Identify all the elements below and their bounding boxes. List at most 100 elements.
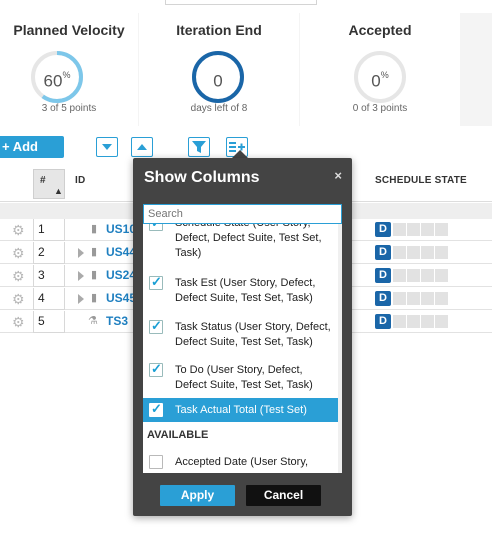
state-segment[interactable]	[421, 269, 434, 282]
test-set-icon: ⚗	[88, 315, 98, 327]
column-checkbox[interactable]: ✓	[149, 401, 163, 417]
checkmark-icon: ✓	[151, 361, 162, 376]
state-segment[interactable]	[407, 246, 420, 259]
metric-iteration-end: Iteration End 0 days left of 8	[139, 13, 299, 126]
user-story-icon: ▮	[91, 223, 98, 235]
state-segment[interactable]	[407, 223, 420, 236]
state-segment[interactable]	[407, 315, 420, 328]
item-id-link[interactable]: US45	[106, 291, 136, 305]
column-option[interactable]: ✓ Task Status (User Story, Defect, Defec…	[143, 318, 342, 364]
gear-icon[interactable]: ⚙	[12, 223, 26, 237]
state-segment[interactable]	[435, 246, 448, 259]
state-segment[interactable]	[435, 223, 448, 236]
state-segment[interactable]	[393, 292, 406, 305]
item-id-link[interactable]: US10	[106, 222, 136, 236]
metric-accepted: Accepted 0% 0 of 3 points	[300, 13, 460, 126]
state-segment[interactable]	[421, 223, 434, 236]
expand-row-icon[interactable]	[78, 271, 84, 281]
rank-column-header[interactable]: # ▲	[33, 169, 65, 199]
gear-icon[interactable]: ⚙	[12, 292, 26, 306]
schedule-state-defined[interactable]: D	[375, 245, 391, 260]
state-segment[interactable]	[421, 246, 434, 259]
move-down-button[interactable]	[96, 137, 118, 157]
column-option-label: Task Status (User Story, Defect, Defect …	[175, 321, 331, 348]
checkmark-icon: ✓	[151, 224, 162, 230]
state-segment[interactable]	[407, 269, 420, 282]
column-checkbox[interactable]: ✓	[149, 361, 163, 377]
column-option-label: Accepted Date (User Story,	[175, 456, 309, 468]
schedule-state-column-header[interactable]: SCHEDULE STATE	[375, 175, 467, 186]
rank-cell: 5	[33, 311, 65, 333]
item-id-link[interactable]: TS3	[106, 314, 128, 328]
rank-header-label: #	[40, 175, 46, 186]
column-option[interactable]: ✓ Schedule State (User Story, Defect, De…	[143, 224, 342, 262]
column-option-selected[interactable]: ✓ Task Actual Total (Test Set)	[143, 398, 342, 422]
state-segment[interactable]	[407, 292, 420, 305]
state-segment[interactable]	[435, 315, 448, 328]
column-checkbox[interactable]: ✓	[149, 224, 163, 231]
apply-button[interactable]: Apply	[160, 485, 235, 506]
checkmark-icon: ✓	[151, 318, 162, 333]
schedule-state-defined[interactable]: D	[375, 314, 391, 329]
move-up-button[interactable]	[131, 137, 153, 157]
metric-title: Planned Velocity	[13, 22, 125, 38]
planned-velocity-ring: 60%	[30, 50, 84, 104]
state-segment[interactable]	[393, 315, 406, 328]
top-input-remnant[interactable]	[165, 0, 317, 5]
metric-title: Iteration End	[176, 22, 262, 38]
expand-row-icon[interactable]	[78, 248, 84, 258]
column-search-input[interactable]	[143, 204, 342, 224]
filter-icon	[192, 141, 206, 153]
move-up-icon	[137, 144, 147, 150]
add-new-button[interactable]: + Add New	[0, 136, 64, 176]
state-segment[interactable]	[435, 292, 448, 305]
list-scrollbar[interactable]	[338, 224, 342, 473]
accepted-ring: 0%	[353, 50, 407, 104]
column-option-label: To Do (User Story, Defect, Defect Suite,…	[175, 364, 313, 391]
column-checkbox[interactable]	[149, 455, 163, 469]
cancel-button[interactable]: Cancel	[246, 485, 321, 506]
available-section-label: AVAILABLE	[147, 429, 209, 441]
metric-title: Accepted	[348, 22, 412, 38]
dialog-title: Show Columns	[144, 169, 260, 186]
metric-value: 60%	[43, 70, 71, 91]
column-option[interactable]: ✓ Task Est (User Story, Defect, Defect S…	[143, 274, 342, 320]
close-icon[interactable]: ×	[334, 168, 342, 183]
rank-cell: 2	[33, 242, 65, 264]
schedule-state-defined[interactable]: D	[375, 222, 391, 237]
metric-planned-velocity: Planned Velocity 60% 3 of 5 points	[0, 13, 138, 126]
state-segment[interactable]	[393, 269, 406, 282]
id-column-header[interactable]: ID	[75, 175, 85, 186]
move-down-icon	[102, 144, 112, 150]
metric-value: 0	[213, 71, 223, 91]
app-root: Planned Velocity 60% 3 of 5 points Itera…	[0, 0, 492, 560]
item-id-link[interactable]: US44	[106, 245, 136, 259]
filter-button[interactable]	[188, 137, 210, 157]
schedule-state-defined[interactable]: D	[375, 291, 391, 306]
state-segment[interactable]	[435, 269, 448, 282]
state-segment[interactable]	[393, 223, 406, 236]
column-option-label: Task Actual Total (Test Set)	[175, 404, 307, 416]
user-story-icon: ▮	[91, 269, 98, 281]
iteration-metrics: Planned Velocity 60% 3 of 5 points Itera…	[0, 13, 492, 126]
gear-icon[interactable]: ⚙	[12, 269, 26, 283]
rank-cell: 1	[33, 219, 65, 241]
gear-icon[interactable]: ⚙	[12, 246, 26, 260]
state-segment[interactable]	[421, 315, 434, 328]
expand-row-icon[interactable]	[78, 294, 84, 304]
user-story-icon: ▮	[91, 292, 98, 304]
column-option-label: Schedule State (User Story, Defect, Defe…	[175, 224, 322, 259]
metric-subtext: 0 of 3 points	[352, 103, 408, 114]
column-options-list[interactable]: ✓ Schedule State (User Story, Defect, De…	[143, 224, 342, 473]
column-checkbox[interactable]: ✓	[149, 318, 163, 334]
schedule-state-defined[interactable]: D	[375, 268, 391, 283]
gear-icon[interactable]: ⚙	[12, 315, 26, 329]
state-segment[interactable]	[393, 246, 406, 259]
column-option[interactable]: Accepted Date (User Story,	[143, 448, 342, 473]
column-checkbox[interactable]: ✓	[149, 274, 163, 290]
rank-cell: 4	[33, 288, 65, 310]
sort-ascending-icon: ▲	[54, 186, 64, 196]
state-segment[interactable]	[421, 292, 434, 305]
item-id-link[interactable]: US24	[106, 268, 136, 282]
metric-subtext: 3 of 5 points	[41, 103, 97, 114]
